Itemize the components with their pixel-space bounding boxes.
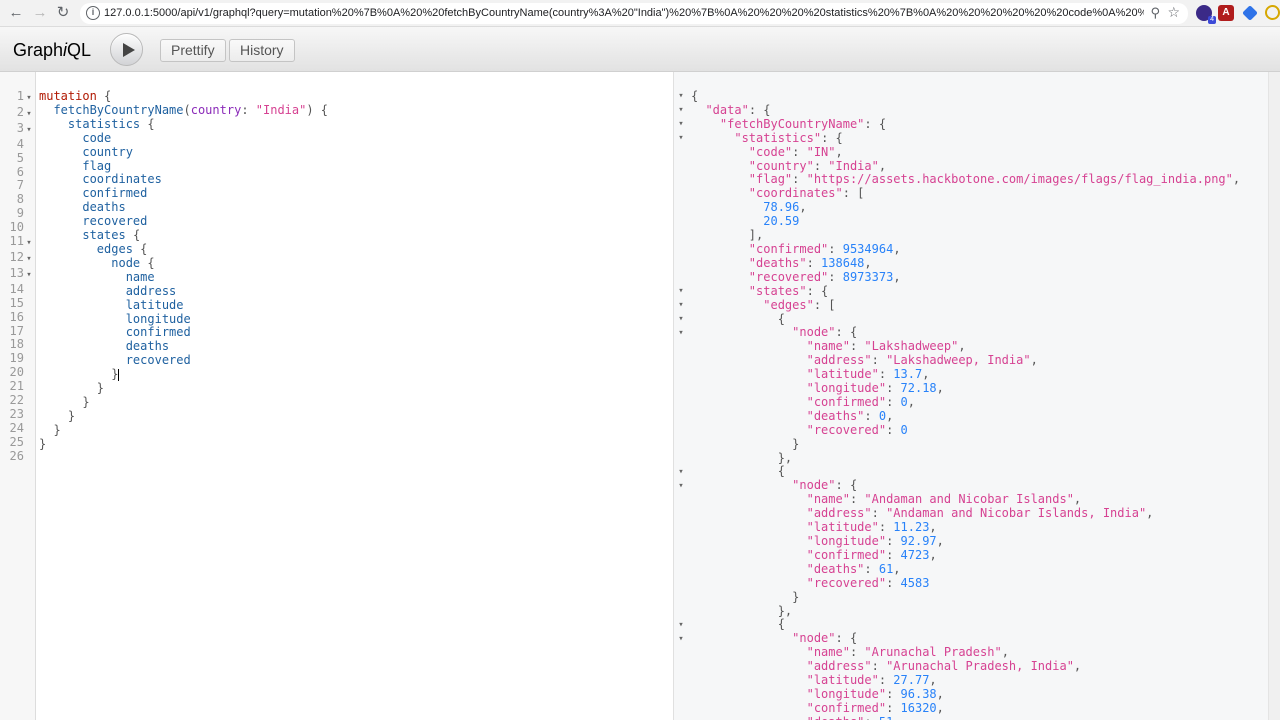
line-number: 19	[0, 351, 36, 366]
graphiql-logo: GraphiQL	[13, 40, 92, 60]
page-scrollbar[interactable]	[1268, 72, 1280, 720]
query-editor[interactable]: 1 ▾ 2 ▾ 3 ▾ 4 5 6 7 8 9 10 11 ▾ 12 ▾ 13 ▾ 14 15 16 17 18 19 20 21 2…	[0, 72, 674, 720]
browser-toolbar: ← → ↻ i 127.0.0.1:5000/api/v1/graphql?qu…	[0, 0, 1280, 27]
line-number-text: 22	[9, 393, 24, 408]
execute-query-button[interactable]	[110, 33, 143, 66]
forward-arrow-icon[interactable]: →	[32, 5, 48, 21]
text-cursor	[118, 368, 120, 381]
line-number-text: 15	[9, 295, 24, 310]
zoom-icon[interactable]: ⚲	[1150, 5, 1160, 21]
fold-arrow-icon[interactable]: ▾	[676, 104, 686, 118]
line-number: 26	[0, 448, 36, 464]
line-number: 17	[0, 323, 36, 339]
line-number-text: 4	[16, 136, 24, 151]
line-number: 20	[0, 365, 36, 380]
line-number: 23	[0, 406, 36, 422]
fold-arrow-icon[interactable]: ▾	[676, 299, 686, 313]
line-number: 7	[0, 179, 36, 193]
line-number-text: 9	[16, 206, 24, 221]
fold-arrow-icon[interactable]: ▾	[24, 237, 34, 251]
line-number-text: 17	[9, 323, 24, 338]
line-number: 18	[0, 338, 36, 352]
line-number: 24	[0, 420, 36, 436]
fold-arrow-icon[interactable]: ▾	[676, 90, 686, 104]
line-numbers: 1 ▾ 2 ▾ 3 ▾ 4 5 6 7 8 9 10 11 ▾ 12 ▾ 13 ▾ 14 15 16 17 18 19 20 21 2…	[0, 89, 36, 464]
fold-arrow-icon[interactable]: ▾	[676, 466, 686, 480]
reload-icon[interactable]: ↻	[55, 5, 71, 21]
url-text[interactable]: 127.0.0.1:5000/api/v1/graphql?query=muta…	[104, 6, 1144, 21]
line-number: 6	[0, 164, 36, 180]
line-number: 1 ▾	[0, 89, 36, 106]
fold-arrow-icon[interactable]: ▾	[676, 480, 686, 494]
fold-arrow-icon[interactable]: ▾	[676, 285, 686, 299]
fold-arrow-icon[interactable]: ▾	[676, 619, 686, 633]
line-number-text: 14	[9, 281, 24, 296]
line-number: 21	[0, 379, 36, 394]
line-number-text: 13	[9, 265, 24, 280]
line-number: 25	[0, 434, 36, 450]
extension-badge: 4	[1208, 16, 1216, 24]
result-json: { "data": { "fetchByCountryName": { "sta…	[691, 89, 1241, 720]
line-number-text: 19	[9, 351, 24, 366]
line-number: 16	[0, 309, 36, 325]
fold-arrow-icon[interactable]: ▾	[24, 108, 34, 122]
line-number: 3 ▾	[0, 120, 36, 138]
line-number-text: 1	[16, 89, 24, 103]
line-number: 13 ▾	[0, 265, 36, 283]
line-number: 15	[0, 295, 36, 311]
fold-arrow-icon[interactable]: ▾	[24, 269, 34, 283]
fold-arrow-icon[interactable]: ▾	[676, 313, 686, 327]
line-number: 12 ▾	[0, 249, 36, 267]
fold-arrow-icon[interactable]: ▾	[676, 132, 686, 146]
tag-extension-icon[interactable]	[1242, 5, 1258, 21]
fold-arrow-icon[interactable]: ▾	[676, 633, 686, 647]
back-arrow-icon[interactable]: ←	[8, 5, 24, 21]
line-number-text: 23	[9, 406, 24, 421]
line-number: 5	[0, 150, 36, 166]
site-info-icon[interactable]: i	[86, 6, 100, 20]
line-number-text: 25	[9, 434, 24, 449]
line-number-text: 11	[9, 234, 24, 249]
fold-arrow-icon[interactable]: ▾	[24, 253, 34, 267]
line-number-text: 18	[9, 337, 24, 352]
fold-arrow-icon[interactable]: ▾	[24, 92, 34, 106]
line-number: 10	[0, 220, 36, 235]
address-bar[interactable]: i 127.0.0.1:5000/api/v1/graphql?query=mu…	[80, 3, 1188, 24]
line-number-text: 26	[9, 448, 24, 463]
line-number-text: 5	[16, 150, 24, 165]
line-number: 4	[0, 136, 36, 152]
fold-arrow-icon[interactable]: ▾	[676, 118, 686, 132]
pdf-extension-icon[interactable]: A	[1218, 5, 1234, 21]
line-number: 22	[0, 393, 36, 408]
line-number-text: 12	[9, 249, 24, 264]
line-number-text: 24	[9, 420, 24, 435]
line-number-text: 8	[16, 192, 24, 207]
result-viewer[interactable]: ▾ ▾ ▾ ▾ ▾ ▾ ▾ ▾ ▾ ▾ ▾ ▾ { "data": { "fet…	[674, 72, 1280, 720]
line-number-text: 3	[16, 120, 24, 135]
query-text[interactable]: mutation { fetchByCountryName(country: "…	[39, 89, 328, 452]
line-number: 14	[0, 281, 36, 297]
line-number-text: 6	[16, 164, 24, 179]
graphiql-toolbar: GraphiQL Prettify History	[0, 27, 1280, 72]
prettify-button[interactable]: Prettify	[160, 39, 226, 62]
play-icon	[123, 43, 135, 57]
history-button[interactable]: History	[229, 39, 295, 62]
line-number-text: 20	[9, 365, 24, 380]
line-number-text: 2	[16, 104, 24, 119]
line-number: 2 ▾	[0, 104, 36, 122]
line-number-text: 10	[9, 220, 24, 235]
bookmark-star-icon[interactable]: ☆	[1167, 4, 1180, 21]
line-number: 11 ▾	[0, 234, 36, 251]
extension-icon[interactable]: 4	[1196, 5, 1216, 24]
line-number-text: 7	[16, 178, 24, 193]
line-number: 8	[0, 192, 36, 207]
line-number: 9	[0, 206, 36, 221]
circle-extension-icon[interactable]	[1265, 5, 1280, 20]
fold-arrow-icon[interactable]: ▾	[24, 124, 34, 138]
line-number-text: 16	[9, 309, 24, 324]
line-number-text: 21	[9, 379, 24, 394]
fold-arrow-icon[interactable]: ▾	[676, 327, 686, 341]
